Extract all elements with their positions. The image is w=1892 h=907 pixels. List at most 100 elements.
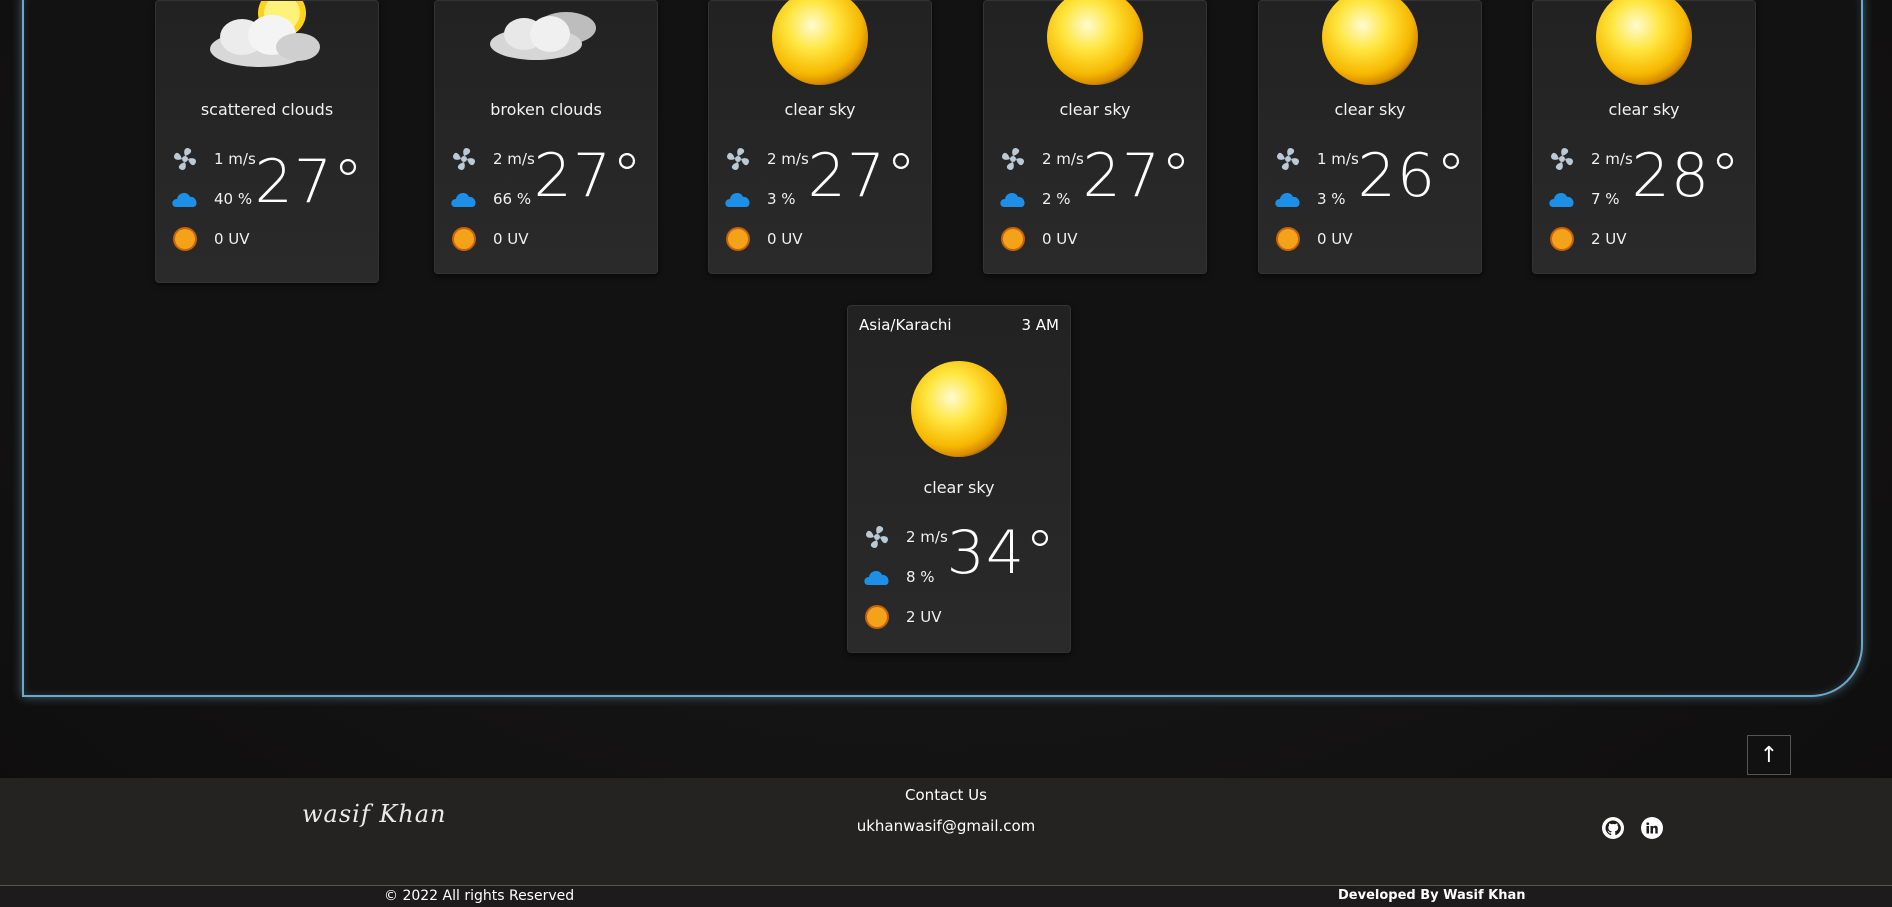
forecast-description: broken clouds — [490, 100, 602, 119]
current-description: clear sky — [923, 478, 995, 497]
uv-stat: 0 UV — [170, 219, 256, 259]
broken-clouds-icon — [490, 12, 596, 60]
clouds-stat: 8 % — [862, 557, 948, 597]
clouds-value: 3 % — [1317, 190, 1346, 208]
clouds-stat: 2 % — [998, 179, 1084, 219]
sun-icon — [1047, 0, 1143, 85]
forecast-temperature: 28° — [1631, 141, 1741, 211]
forecast-stats: 2 m/s 66 % 0 UV — [449, 139, 535, 259]
contact-title: Contact Us — [905, 786, 987, 804]
clouds-value: 8 % — [906, 568, 935, 586]
clouds-value: 3 % — [767, 190, 796, 208]
forecast-temperature: 27° — [807, 141, 917, 211]
forecast-card: clear sky 2 m/s 7 % 2 UV 28° — [1532, 0, 1756, 274]
sun-icon — [1322, 0, 1418, 85]
wind-value: 2 m/s — [767, 150, 809, 168]
clouds-value: 7 % — [1591, 190, 1620, 208]
cloud-icon — [449, 184, 479, 214]
forecast-card: scattered clouds 1 m/s 40 % 0 UV 27° — [155, 0, 379, 283]
current-temperature: 34° — [946, 518, 1056, 588]
wind-value: 1 m/s — [1317, 150, 1359, 168]
clouds-value: 66 % — [493, 190, 532, 208]
fan-icon — [170, 144, 200, 174]
forecast-stats: 2 m/s 3 % 0 UV — [723, 139, 809, 259]
uv-stat: 2 UV — [1547, 219, 1633, 259]
bottom-bar: © 2022 All rights Reserved Developed By … — [0, 885, 1892, 907]
page: scattered clouds 1 m/s 40 % 0 UV 27° bro… — [0, 0, 1892, 907]
forecast-stats: 1 m/s 3 % 0 UV — [1273, 139, 1359, 259]
uv-value: 0 UV — [1317, 230, 1353, 248]
forecast-temperature: 27° — [254, 147, 364, 217]
wind-stat: 2 m/s — [723, 139, 809, 179]
uv-sun-icon — [170, 224, 200, 254]
forecast-description: scattered clouds — [200, 100, 334, 119]
uv-sun-icon — [1547, 224, 1577, 254]
footer: wasif Khan Contact Us ukhanwasif@gmail.c… — [0, 778, 1892, 885]
wind-stat: 1 m/s — [170, 139, 256, 179]
uv-stat: 0 UV — [998, 219, 1084, 259]
wind-value: 2 m/s — [493, 150, 535, 168]
forecast-card: clear sky 1 m/s 3 % 0 UV 26° — [1258, 0, 1482, 274]
uv-value: 2 UV — [1591, 230, 1627, 248]
fan-icon — [862, 522, 892, 552]
clouds-stat: 3 % — [1273, 179, 1359, 219]
current-header: Asia/Karachi 3 AM — [859, 316, 1059, 334]
forecast-card: clear sky 2 m/s 3 % 0 UV 27° — [708, 0, 932, 274]
fan-icon — [1273, 144, 1303, 174]
cloud-icon — [998, 184, 1028, 214]
current-weather-card: Asia/Karachi 3 AM clear sky 2 m/s 8 % 2 … — [847, 305, 1071, 653]
current-stats: 2 m/s 8 % 2 UV — [862, 517, 948, 637]
uv-value: 0 UV — [493, 230, 529, 248]
forecast-stats: 2 m/s 7 % 2 UV — [1547, 139, 1633, 259]
forecast-temperature: 27° — [533, 141, 643, 211]
uv-stat: 0 UV — [1273, 219, 1359, 259]
wind-stat: 1 m/s — [1273, 139, 1359, 179]
weather-frame: scattered clouds 1 m/s 40 % 0 UV 27° bro… — [22, 0, 1863, 697]
cloud-icon — [862, 562, 892, 592]
scroll-to-top-button[interactable]: ↑ — [1747, 735, 1791, 775]
clouds-stat: 3 % — [723, 179, 809, 219]
clouds-value: 40 % — [214, 190, 253, 208]
forecast-card: broken clouds 2 m/s 66 % 0 UV 27° — [434, 0, 658, 274]
copyright-text: © 2022 All rights Reserved — [384, 888, 575, 904]
sun-behind-clouds-icon — [210, 1, 320, 67]
uv-sun-icon — [723, 224, 753, 254]
sun-icon — [1596, 0, 1692, 85]
time-label: 3 AM — [1021, 316, 1059, 334]
fan-icon — [449, 144, 479, 174]
timezone-label: Asia/Karachi — [859, 316, 952, 334]
wind-stat: 2 m/s — [998, 139, 1084, 179]
wind-value: 1 m/s — [214, 150, 256, 168]
clouds-stat: 40 % — [170, 179, 256, 219]
fan-icon — [1547, 144, 1577, 174]
uv-value: 0 UV — [767, 230, 803, 248]
cloud-icon — [1547, 184, 1577, 214]
uv-stat: 0 UV — [449, 219, 535, 259]
wind-value: 2 m/s — [906, 528, 948, 546]
uv-sun-icon — [998, 224, 1028, 254]
uv-value: 2 UV — [906, 608, 942, 626]
developer-credit: Developed By Wasif Khan — [1338, 888, 1526, 903]
uv-value: 0 UV — [214, 230, 250, 248]
fan-icon — [723, 144, 753, 174]
clouds-stat: 7 % — [1547, 179, 1633, 219]
cloud-icon — [723, 184, 753, 214]
uv-value: 0 UV — [1042, 230, 1078, 248]
forecast-description: clear sky — [1608, 100, 1680, 119]
forecast-temperature: 26° — [1357, 141, 1467, 211]
forecast-temperature: 27° — [1082, 141, 1192, 211]
wind-stat: 2 m/s — [449, 139, 535, 179]
sun-icon — [911, 361, 1007, 457]
github-icon[interactable] — [1602, 817, 1624, 839]
clouds-stat: 66 % — [449, 179, 535, 219]
wind-stat: 2 m/s — [1547, 139, 1633, 179]
forecast-description: clear sky — [1059, 100, 1131, 119]
wind-value: 2 m/s — [1042, 150, 1084, 168]
forecast-stats: 2 m/s 2 % 0 UV — [998, 139, 1084, 259]
forecast-stats: 1 m/s 40 % 0 UV — [170, 139, 256, 259]
wind-value: 2 m/s — [1591, 150, 1633, 168]
linkedin-icon[interactable] — [1641, 817, 1663, 839]
forecast-card: clear sky 2 m/s 2 % 0 UV 27° — [983, 0, 1207, 274]
uv-sun-icon — [449, 224, 479, 254]
forecast-description: clear sky — [784, 100, 856, 119]
